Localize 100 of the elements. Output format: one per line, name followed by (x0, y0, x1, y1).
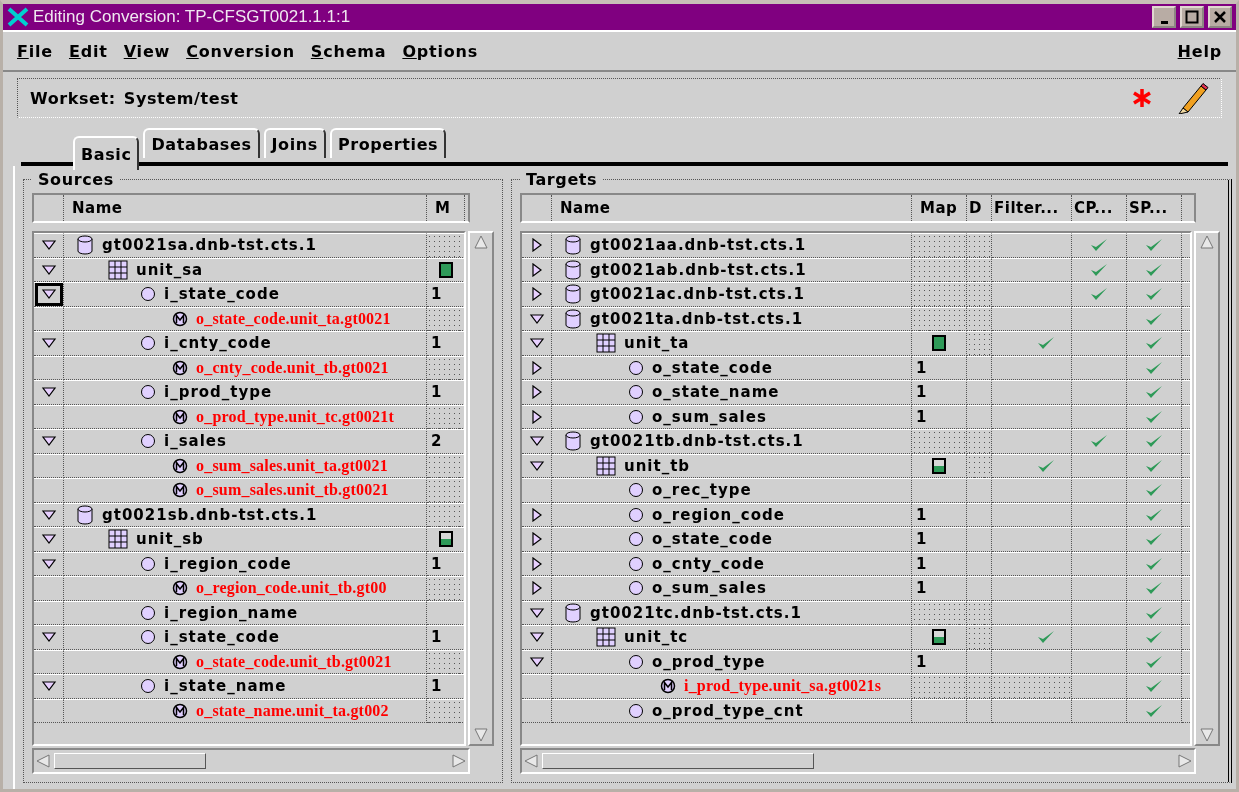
column-header[interactable]: Name (64, 195, 427, 221)
column-header[interactable]: Filter... (992, 195, 1072, 221)
name-cell[interactable]: o_sum_sales (552, 576, 912, 601)
column-header[interactable]: Name (552, 195, 912, 221)
name-cell[interactable]: unit_ta (552, 331, 912, 356)
name-cell[interactable]: unit_tc (552, 625, 912, 650)
name-cell[interactable]: o_prod_type_cnt (552, 698, 912, 723)
menu-item[interactable]: Options (402, 41, 479, 61)
tab[interactable]: Databases (143, 128, 260, 158)
minimize-button[interactable] (1152, 6, 1176, 28)
column-header[interactable]: SP... (1127, 195, 1182, 221)
menu-item[interactable]: View (123, 41, 171, 61)
scroll-left-arrow-icon[interactable] (524, 754, 538, 768)
close-button[interactable] (1208, 6, 1232, 28)
name-cell[interactable]: i_cnty_code (64, 331, 427, 356)
map-count: 1 (915, 407, 927, 426)
name-cell[interactable]: o_cnty_code (552, 551, 912, 576)
name-cell[interactable]: o_state_code (552, 527, 912, 552)
database-icon (76, 504, 94, 525)
name-cell[interactable]: i_sales (64, 429, 427, 454)
down-arrow-icon[interactable] (40, 507, 57, 522)
column-header[interactable]: M (427, 195, 465, 221)
menu-item[interactable]: Edit (68, 41, 108, 61)
item-name: o_state_code (652, 530, 773, 549)
scroll-down-arrow-icon[interactable] (474, 728, 488, 742)
menu-item[interactable]: Conversion (186, 41, 295, 61)
scroll-up-arrow-icon[interactable] (1200, 235, 1214, 249)
column-header[interactable]: Map (912, 195, 967, 221)
tab[interactable]: Properties (329, 128, 447, 158)
name-cell[interactable]: i_region_name (64, 600, 427, 625)
scroll-down-arrow-icon[interactable] (1200, 728, 1214, 742)
name-cell[interactable]: o_state_code (552, 355, 912, 380)
mapping-icon (660, 678, 676, 695)
down-arrow-icon[interactable] (40, 262, 57, 277)
name-cell[interactable]: o_rec_type (552, 478, 912, 503)
name-cell[interactable]: gt0021sb.dnb-tst.cts.1 (64, 502, 427, 527)
mapping-icon (172, 702, 188, 719)
map-count: 2 (430, 432, 442, 451)
name-cell[interactable]: i_prod_type (64, 380, 427, 405)
mapping-name: o_state_name.unit_ta.gt002 (196, 701, 389, 720)
name-cell[interactable]: o_region_code (552, 502, 912, 527)
column-header[interactable]: D (967, 195, 992, 221)
menu-item[interactable]: Help (1177, 41, 1222, 61)
name-cell[interactable]: gt0021tb.dnb-tst.cts.1 (552, 429, 912, 454)
item-name: gt0021ab.dnb-tst.cts.1 (590, 260, 807, 279)
name-cell[interactable]: i_state_name (64, 674, 427, 699)
field-circle-icon (628, 482, 644, 499)
database-icon (564, 602, 582, 623)
mapping-icon (172, 457, 188, 474)
table-cell (912, 698, 967, 723)
vertical-scrollbar[interactable] (468, 231, 494, 746)
mapping-name: o_prod_type.unit_tc.gt0021t (196, 407, 394, 426)
horizontal-scrollbar[interactable] (32, 748, 470, 774)
name-cell[interactable]: unit_sb (64, 527, 427, 552)
scroll-left-arrow-icon[interactable] (36, 754, 50, 768)
horizontal-scrollbar[interactable] (520, 748, 1196, 774)
scroll-right-arrow-icon[interactable] (452, 754, 466, 768)
name-cell[interactable]: gt0021ta.dnb-tst.cts.1 (552, 306, 912, 331)
menu-item[interactable]: Schema (310, 41, 387, 61)
field-circle-icon (140, 629, 156, 646)
column-header[interactable]: CP... (1072, 195, 1127, 221)
tab[interactable]: Joins (263, 128, 326, 158)
map-meter (934, 631, 944, 644)
map-meter (934, 337, 944, 350)
tab[interactable]: Basic (73, 136, 140, 170)
item-name: i_state_name (164, 677, 287, 696)
down-arrow-icon[interactable] (528, 654, 545, 669)
down-arrow-icon[interactable] (40, 556, 57, 571)
vertical-scrollbar[interactable] (1194, 231, 1220, 746)
item-name: i_state_code (164, 628, 280, 647)
down-arrow-icon[interactable] (528, 311, 545, 326)
name-cell[interactable]: i_state_code (64, 625, 427, 650)
down-arrow-icon[interactable] (528, 458, 545, 473)
menu-item[interactable]: File (17, 41, 53, 61)
scroll-up-arrow-icon[interactable] (474, 235, 488, 249)
database-icon (564, 284, 582, 305)
map-count: 1 (915, 505, 927, 524)
name-cell[interactable]: gt0021aa.dnb-tst.cts.1 (552, 233, 912, 258)
name-cell[interactable]: o_sum_sales (552, 404, 912, 429)
map-count: 1 (915, 579, 927, 598)
field-circle-icon (140, 433, 156, 450)
name-cell[interactable]: i_region_code (64, 551, 427, 576)
mapping-name: o_state_code.unit_tb.gt0021 (196, 652, 392, 671)
mapping-icon (172, 359, 188, 376)
table-cell (522, 698, 552, 723)
scroll-right-arrow-icon[interactable] (1178, 754, 1192, 768)
item-name: o_sum_sales (652, 579, 767, 598)
name-cell[interactable]: gt0021tc.dnb-tst.cts.1 (552, 600, 912, 625)
name-cell[interactable]: gt0021sa.dnb-tst.cts.1 (64, 233, 427, 258)
maximize-button[interactable] (1180, 6, 1204, 28)
name-cell[interactable]: gt0021ac.dnb-tst.cts.1 (552, 282, 912, 307)
name-cell[interactable]: o_prod_type (552, 649, 912, 674)
name-cell[interactable]: o_state_name (552, 380, 912, 405)
name-cell[interactable]: unit_sa (64, 257, 427, 282)
name-cell[interactable]: i_state_code (64, 282, 427, 307)
table-cell (967, 698, 992, 723)
down-arrow-icon[interactable] (528, 605, 545, 620)
name-cell[interactable]: gt0021ab.dnb-tst.cts.1 (552, 257, 912, 282)
item-name: o_prod_type (652, 652, 766, 671)
name-cell[interactable]: unit_tb (552, 453, 912, 478)
